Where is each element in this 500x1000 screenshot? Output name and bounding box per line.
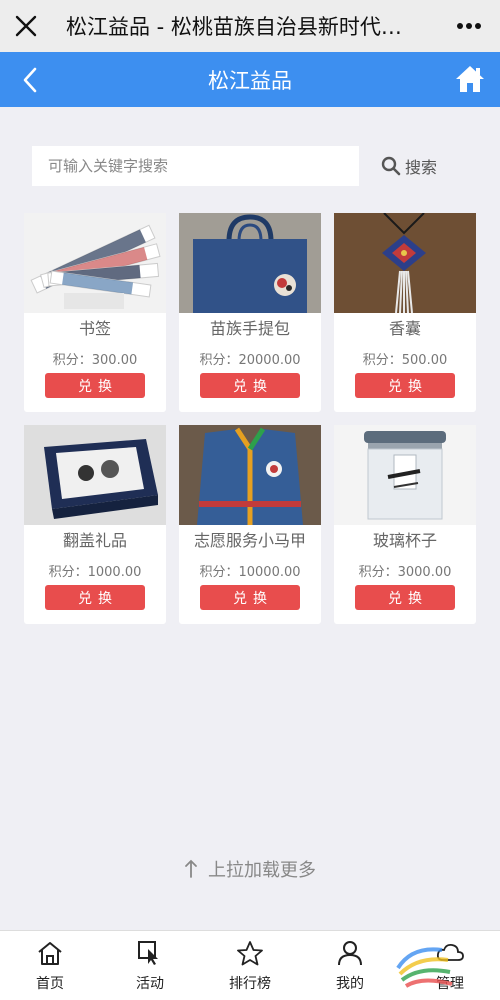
search-button[interactable]: 搜索: [381, 154, 437, 178]
user-icon: [335, 939, 365, 967]
product-points: 积分：1000.00: [48, 565, 142, 580]
product-name: 书签: [78, 319, 111, 338]
home-icon[interactable]: [452, 62, 488, 96]
product-points: 积分：500.00: [362, 353, 448, 368]
close-icon[interactable]: [0, 0, 52, 52]
brand-logo-icon: [396, 947, 453, 988]
tab-label: 首页: [36, 976, 64, 992]
product-card-sachet[interactable]: 香囊 积分：500.00 兑换: [334, 213, 476, 412]
search-input[interactable]: [32, 146, 359, 186]
exchange-button[interactable]: 兑换: [45, 373, 145, 398]
page-title: 松江益品: [208, 68, 292, 93]
search-button-label: 搜索: [405, 158, 438, 177]
product-points: 积分：3000.00: [358, 565, 452, 580]
wechat-title-bar: 松江益品 - 松桃苗族自治县新时代…: [0, 0, 500, 52]
exchange-button[interactable]: 兑换: [200, 585, 300, 610]
tab-label: 活动: [136, 976, 164, 992]
product-name: 玻璃杯子: [372, 531, 437, 550]
product-image-sachet: [334, 213, 476, 313]
product-image-gift-box: [24, 425, 166, 525]
product-card-glass-cup[interactable]: 玻璃杯子 积分：3000.00 兑换: [334, 425, 476, 624]
tab-label: 我的: [336, 976, 364, 992]
tab-mine[interactable]: 我的: [300, 931, 400, 1000]
more-icon[interactable]: [438, 0, 500, 52]
product-points: 积分：300.00: [52, 353, 138, 368]
exchange-button[interactable]: 兑换: [200, 373, 300, 398]
product-image-vest: [179, 425, 321, 525]
search-bar: 搜索: [32, 146, 452, 186]
star-icon: [235, 939, 265, 967]
product-name: 志愿服务小马甲: [193, 531, 306, 550]
back-arrow-icon[interactable]: [14, 62, 46, 98]
product-name: 翻盖礼品: [62, 531, 127, 550]
product-points: 积分：10000.00: [199, 565, 301, 580]
load-more-label: 上拉加载更多: [208, 860, 316, 881]
product-name: 苗族手提包: [209, 319, 290, 338]
exchange-button[interactable]: 兑换: [355, 373, 455, 398]
product-card-bookmark[interactable]: 书签 积分：300.00 兑换: [24, 213, 166, 412]
product-card-vest[interactable]: 志愿服务小马甲 积分：10000.00 兑换: [179, 425, 321, 624]
exchange-button[interactable]: 兑换: [45, 585, 145, 610]
product-grid: 书签 积分：300.00 兑换 苗族手提包 积分：20000.00 兑换 香囊 …: [24, 213, 476, 624]
product-card-handbag[interactable]: 苗族手提包 积分：20000.00 兑换: [179, 213, 321, 412]
product-image-glass-cup: [334, 425, 476, 525]
tab-label: 排行榜: [229, 976, 271, 992]
bottom-tab-bar: 首页 活动 排行榜 我的 管理: [0, 930, 500, 1000]
cursor-icon: [135, 939, 165, 967]
product-name: 香囊: [388, 319, 421, 338]
product-image-bookmark: [24, 213, 166, 313]
tab-home[interactable]: 首页: [0, 931, 100, 1000]
wechat-page-title: 松江益品 - 松桃苗族自治县新时代…: [66, 15, 402, 39]
tab-activity[interactable]: 活动: [100, 931, 200, 1000]
home-icon: [35, 939, 65, 967]
tab-ranking[interactable]: 排行榜: [200, 931, 300, 1000]
product-points: 积分：20000.00: [199, 353, 301, 368]
app-header: 松江益品: [0, 52, 500, 107]
exchange-button[interactable]: 兑换: [355, 585, 455, 610]
arrow-up-icon: [185, 859, 197, 878]
search-icon: [381, 156, 401, 176]
product-image-handbag: [179, 213, 321, 313]
load-more-hint: 上拉加载更多: [0, 856, 500, 882]
product-card-gift-box[interactable]: 翻盖礼品 积分：1000.00 兑换: [24, 425, 166, 624]
